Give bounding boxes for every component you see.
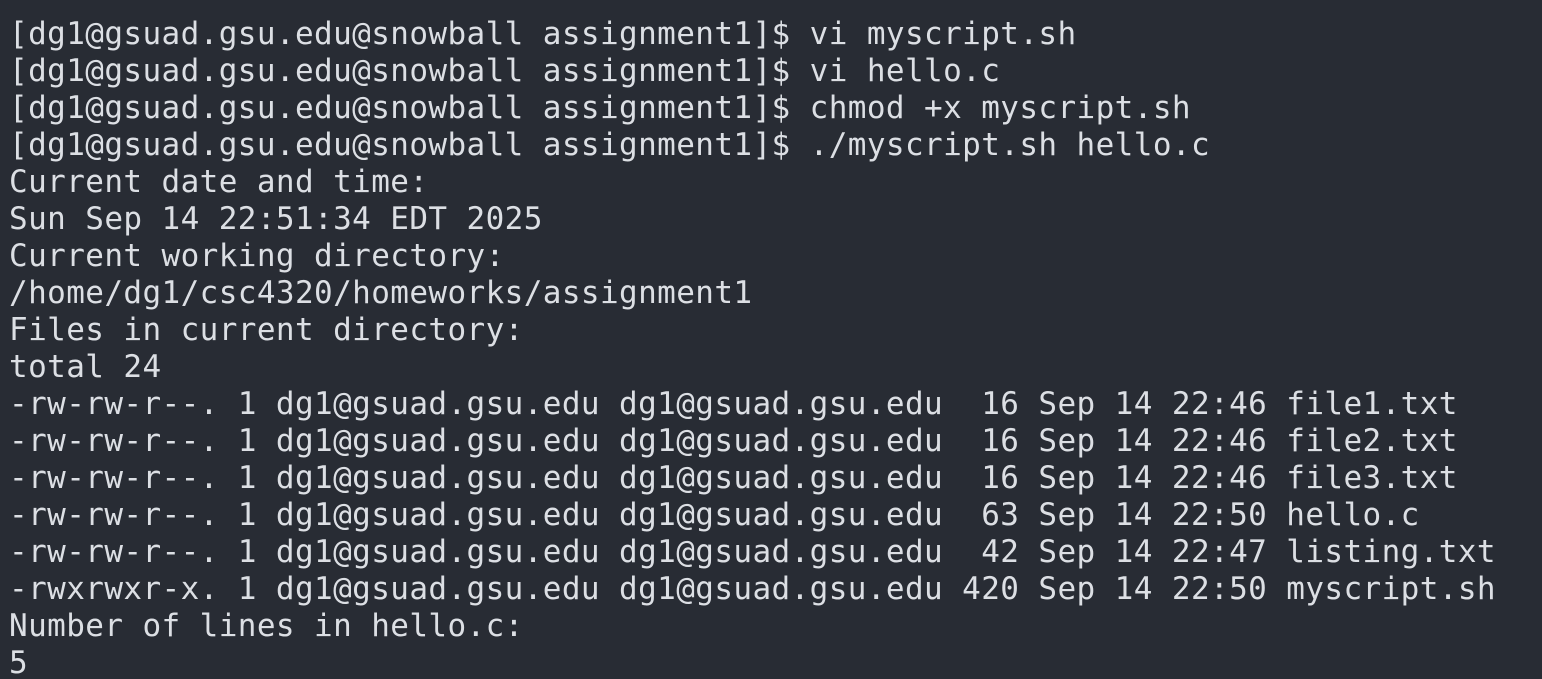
terminal-line-listing: -rw-rw-r--. 1 dg1@gsuad.gsu.edu dg1@gsua…	[9, 497, 1420, 533]
terminal-line-command: [dg1@gsuad.gsu.edu@snowball assignment1]…	[9, 90, 1191, 126]
terminal-line-output: Sun Sep 14 22:51:34 EDT 2025	[9, 201, 543, 237]
terminal-window[interactable]: [dg1@gsuad.gsu.edu@snowball assignment1]…	[0, 0, 1542, 679]
terminal-line-output: Current date and time:	[9, 164, 429, 200]
terminal-line-output: Current working directory:	[9, 238, 505, 274]
terminal-line-command: [dg1@gsuad.gsu.edu@snowball assignment1]…	[9, 53, 1001, 89]
terminal-line-listing: -rw-rw-r--. 1 dg1@gsuad.gsu.edu dg1@gsua…	[9, 386, 1458, 422]
terminal-line-listing: -rw-rw-r--. 1 dg1@gsuad.gsu.edu dg1@gsua…	[9, 460, 1458, 496]
terminal-line-output: 5	[9, 645, 29, 679]
terminal-line-output: Number of lines in hello.c:	[9, 608, 524, 644]
terminal-line-listing: -rwxrwxr-x. 1 dg1@gsuad.gsu.edu dg1@gsua…	[9, 571, 1496, 607]
terminal-line-command: [dg1@gsuad.gsu.edu@snowball assignment1]…	[9, 127, 1211, 163]
terminal-line-command: [dg1@gsuad.gsu.edu@snowball assignment1]…	[9, 16, 1077, 52]
terminal-line-output: total 24	[9, 349, 162, 385]
terminal-line-output: Files in current directory:	[9, 312, 524, 348]
terminal-line-output: /home/dg1/csc4320/homeworks/assignment1	[9, 275, 753, 311]
terminal-line-listing: -rw-rw-r--. 1 dg1@gsuad.gsu.edu dg1@gsua…	[9, 534, 1496, 570]
terminal-line-listing: -rw-rw-r--. 1 dg1@gsuad.gsu.edu dg1@gsua…	[9, 423, 1458, 459]
